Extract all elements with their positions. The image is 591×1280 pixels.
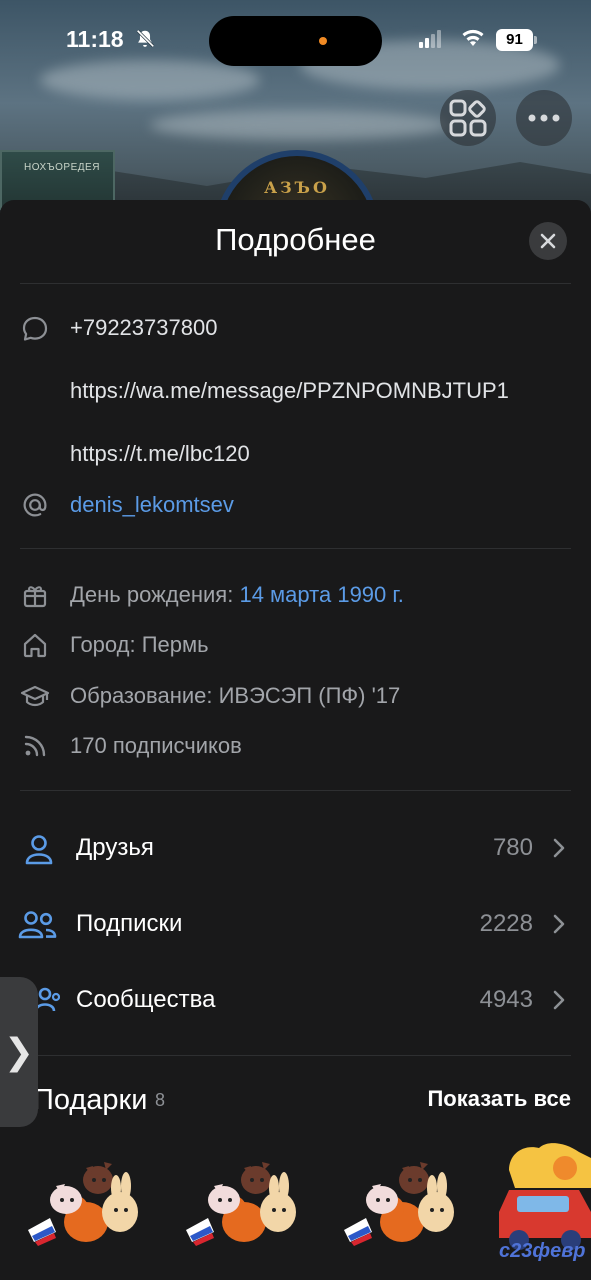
close-icon [540,233,556,249]
telegram-link[interactable]: https://t.me/lbc120 [70,441,250,467]
gift-sticker-23-february[interactable]: с23февр [495,1140,591,1270]
chevron-right-icon [553,990,565,1010]
gift-sticker[interactable] [26,1150,146,1250]
signal-icon [419,30,441,48]
city-row: Город: Пермь [70,632,209,657]
status-time: 11:18 [66,26,124,52]
communities-count: 4943 [479,986,533,1013]
gifts-title: Подарки [33,1084,148,1116]
more-button[interactable] [516,90,572,146]
username-link[interactable]: denis_lekomtsev [70,492,234,518]
chevron-right-tab-icon: ❯ [3,1031,35,1072]
sheet-title: Подробнее [215,222,376,257]
gift-sticker[interactable] [342,1150,462,1250]
side-panel-tab[interactable]: ❯ [0,977,38,1127]
show-all-gifts-button[interactable]: Показать все [427,1086,571,1112]
user-icon [22,833,56,867]
users-icon [18,908,58,942]
birthday-value[interactable]: 14 марта 1990 г. [239,582,403,607]
whatsapp-link[interactable]: https://wa.me/message/PPZNPOMNBJTUP1 [70,378,509,404]
close-button[interactable] [529,222,567,260]
bell-slash-icon [136,29,155,48]
subscriptions-count: 2228 [479,910,533,937]
cover-sign-text: НОХЪОРЕДЕЯ [24,162,100,173]
privacy-indicator [319,37,327,45]
graduation-cap-icon [20,681,50,711]
apps-button[interactable] [440,90,496,146]
gift-holiday-text: с23февр [499,1240,586,1262]
apps-grid-icon [449,99,487,137]
phone-number[interactable]: +79223737800 [70,315,217,341]
friends-count: 780 [492,834,533,861]
divider [20,548,571,549]
divider [20,283,571,284]
gift-sticker[interactable] [184,1150,304,1250]
birthday-label: День рождения: [70,582,234,607]
battery-indicator: 91 [496,29,538,51]
dynamic-island [209,16,382,66]
message-icon [20,314,50,344]
gift-icon [20,580,50,610]
divider [20,1055,571,1056]
friends-label[interactable]: Друзья [76,834,154,862]
followers-row[interactable]: 170 подписчиков [70,733,242,759]
more-dots-icon [528,114,560,122]
rss-icon [20,731,50,761]
home-icon [20,630,50,660]
subscriptions-label[interactable]: Подписки [76,910,182,938]
battery-level: 91 [496,29,533,51]
divider [20,790,571,791]
chevron-right-icon [553,838,565,858]
communities-label[interactable]: Сообщества [76,986,215,1014]
education-row: Образование: ИВЭСЭП (ПФ) '17 [70,683,401,708]
birthday-row: День рождения: 14 марта 1990 г. [70,582,404,608]
gifts-count: 8 [155,1090,166,1110]
at-sign-icon [20,490,50,520]
wifi-icon [462,29,484,46]
chevron-right-icon [553,914,565,934]
avatar-text: АЗЪО [264,178,330,197]
